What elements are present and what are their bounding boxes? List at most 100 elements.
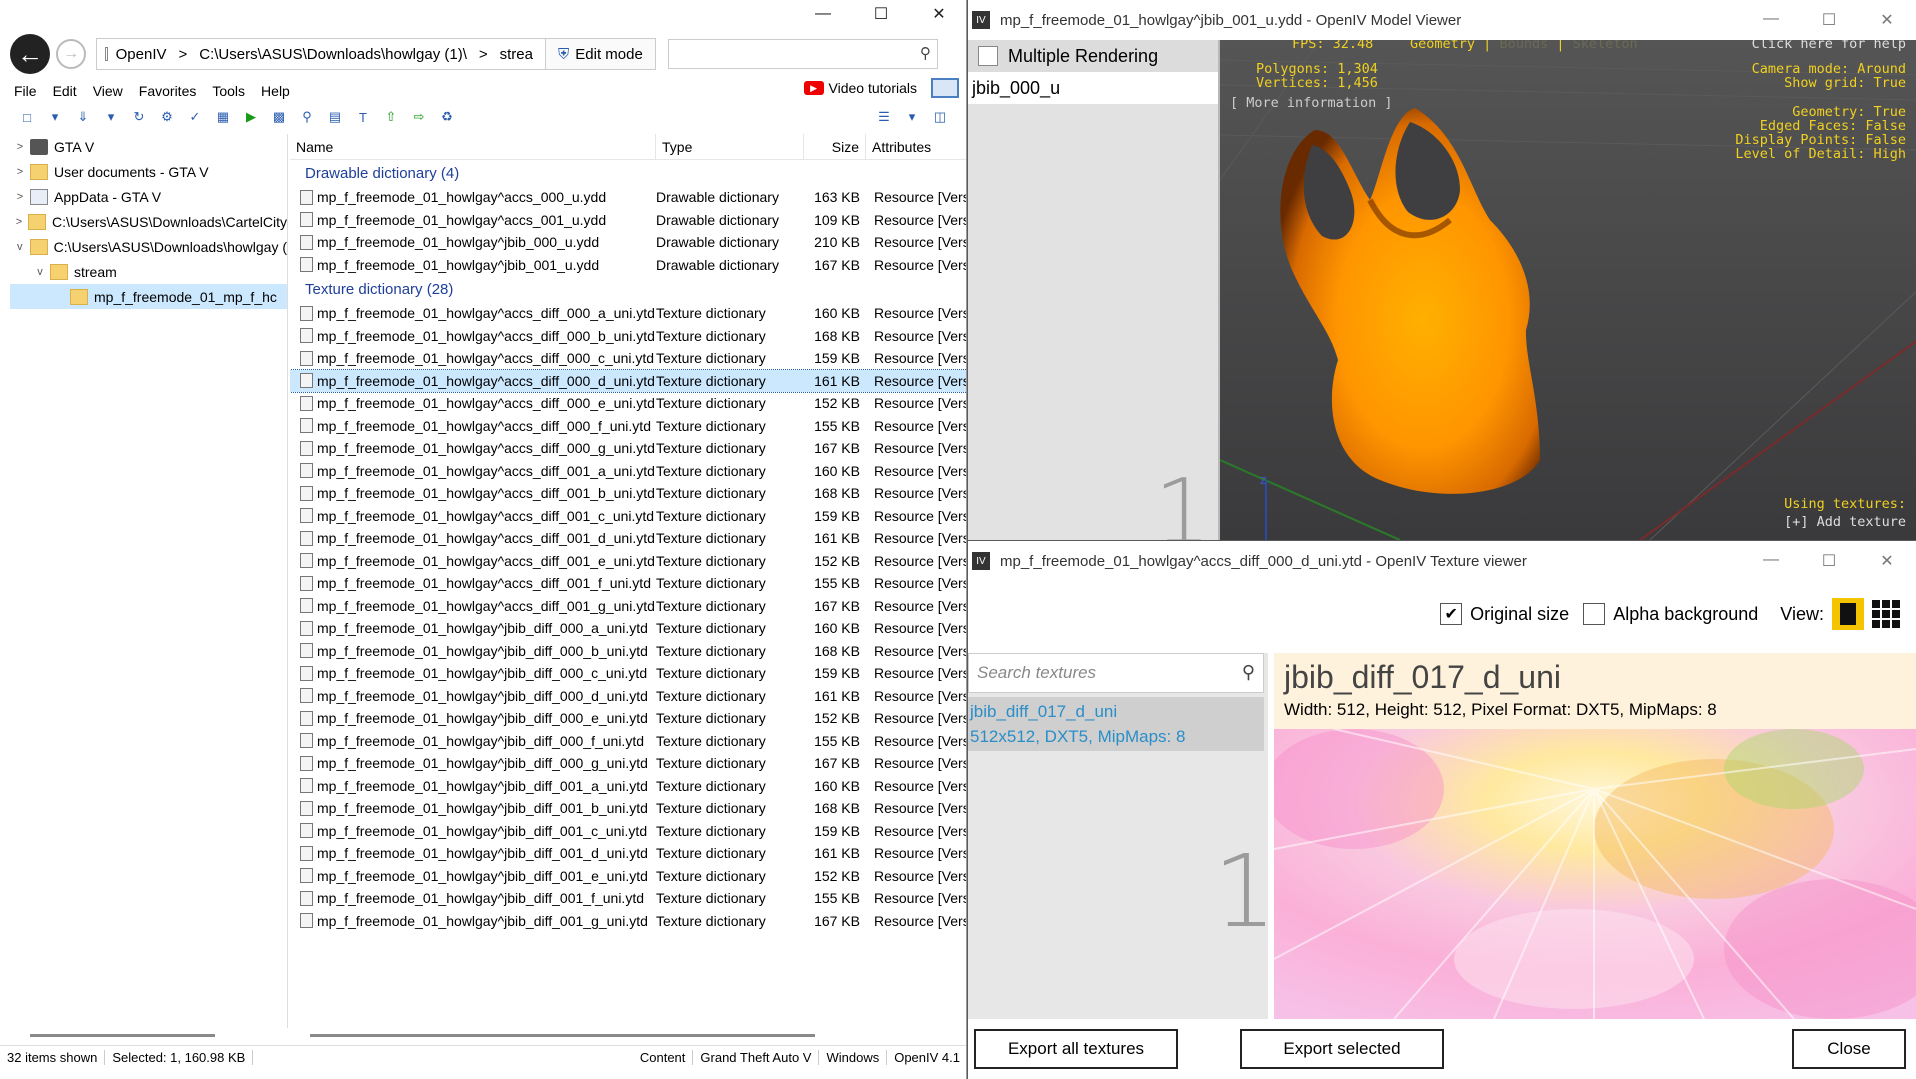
tree-scrollbar[interactable] <box>30 1034 215 1037</box>
import-icon[interactable]: ⇓ <box>72 107 94 127</box>
tree-item-mp-f-freemode[interactable]: mp_f_freemode_01_mp_f_hc <box>10 284 287 309</box>
export-selected-button[interactable]: Export selected <box>1240 1029 1444 1069</box>
tree-item-howlgay[interactable]: v C:\Users\ASUS\Downloads\howlgay ( <box>10 234 287 259</box>
table-row[interactable]: mp_f_freemode_01_howlgay^accs_001_u.ydd D… <box>290 209 966 232</box>
texture-list-item[interactable]: jbib_diff_017_d_uni 512x512, DXT5, MipMa… <box>968 697 1264 751</box>
dropdown-arrow-icon[interactable]: ▾ <box>44 107 66 127</box>
breadcrumb-root[interactable]: OpenIV <box>116 46 167 63</box>
breadcrumb-stream[interactable]: strea <box>500 46 533 63</box>
table-row[interactable]: mp_f_freemode_01_howlgay^jbib_diff_000_b… <box>290 640 966 663</box>
menu-view[interactable]: View <box>85 83 131 99</box>
minimize-button[interactable]: — <box>1742 10 1800 30</box>
maximize-button[interactable]: ☐ <box>1800 10 1858 30</box>
close-button[interactable]: Close <box>1792 1029 1906 1069</box>
close-button[interactable]: ✕ <box>1858 10 1916 30</box>
forward-arrow-icon[interactable]: → <box>56 39 86 69</box>
menu-tools[interactable]: Tools <box>204 83 253 99</box>
breadcrumb-path[interactable]: C:\Users\ASUS\Downloads\howlgay (1)\ <box>199 46 467 63</box>
search-textures-input[interactable]: Search textures ⚲ <box>968 653 1264 693</box>
tree-item-cartelcity[interactable]: > C:\Users\ASUS\Downloads\CartelCity <box>10 209 287 234</box>
tab-bounds[interactable]: Bounds <box>1499 40 1548 52</box>
video-tutorials-link[interactable]: ▶ Video tutorials <box>803 80 917 96</box>
tree-item-stream[interactable]: v stream <box>10 259 287 284</box>
menu-favorites[interactable]: Favorites <box>131 83 205 99</box>
table-row[interactable]: mp_f_freemode_01_howlgay^jbib_diff_001_g… <box>290 910 966 933</box>
close-button[interactable]: ✕ <box>910 0 966 28</box>
tree-item-appdata[interactable]: > AppData - GTA V <box>10 184 287 209</box>
collapse-arrow-icon[interactable]: v <box>10 241 30 253</box>
close-button[interactable]: ✕ <box>1858 551 1916 571</box>
show-grid-readout[interactable]: Show grid: True <box>1784 75 1906 91</box>
tree-item-user-documents[interactable]: > User documents - GTA V <box>10 159 287 184</box>
edit-mode-button[interactable]: ⛨ Edit mode <box>546 38 656 70</box>
table-row[interactable]: mp_f_freemode_01_howlgay^jbib_diff_000_f… <box>290 730 966 753</box>
search-icon[interactable]: ⚲ <box>1242 662 1255 683</box>
dropdown-arrow-icon[interactable]: ▾ <box>100 107 122 127</box>
table-row[interactable]: mp_f_freemode_01_howlgay^accs_diff_000_g… <box>290 437 966 460</box>
run-icon[interactable]: ▶ <box>240 107 262 127</box>
table-row[interactable]: mp_f_freemode_01_howlgay^accs_diff_001_f… <box>290 572 966 595</box>
replace-icon[interactable]: ⇨ <box>408 107 430 127</box>
multiple-rendering-toggle[interactable]: Multiple Rendering <box>968 40 1218 72</box>
table-row[interactable]: mp_f_freemode_01_howlgay^jbib_001_u.ydd D… <box>290 254 966 277</box>
grid-view-icon[interactable] <box>1870 598 1902 630</box>
table-row[interactable]: mp_f_freemode_01_howlgay^accs_diff_000_c… <box>290 347 966 370</box>
monitor-icon[interactable] <box>931 78 959 98</box>
expand-arrow-icon[interactable]: > <box>10 166 30 178</box>
table-row[interactable]: mp_f_freemode_01_howlgay^accs_diff_001_g… <box>290 595 966 618</box>
original-size-checkbox[interactable]: ✔ <box>1440 603 1463 625</box>
column-type[interactable]: Type <box>656 134 804 160</box>
collapse-arrow-icon[interactable]: v <box>30 266 50 278</box>
rebuild-icon[interactable]: ♻ <box>436 107 458 127</box>
export-icon[interactable]: ⇧ <box>380 107 402 127</box>
table-row[interactable]: mp_f_freemode_01_howlgay^accs_diff_001_c… <box>290 505 966 528</box>
minimize-button[interactable]: — <box>1742 551 1800 571</box>
table-row[interactable]: mp_f_freemode_01_howlgay^accs_diff_000_a… <box>290 302 966 325</box>
tree-icon[interactable]: ▦ <box>212 107 234 127</box>
check-icon[interactable]: ✓ <box>184 107 206 127</box>
lod-readout[interactable]: Level of Detail: High <box>1735 146 1906 162</box>
table-row[interactable]: mp_f_freemode_01_howlgay^accs_diff_000_e… <box>290 392 966 415</box>
dropdown-arrow-icon[interactable]: ▾ <box>901 107 923 127</box>
tab-skeleton[interactable]: Skeleton <box>1573 40 1638 52</box>
expand-arrow-icon[interactable]: > <box>10 191 30 203</box>
minimize-button[interactable]: — <box>794 0 852 28</box>
menu-help[interactable]: Help <box>253 83 298 99</box>
menu-file[interactable]: File <box>0 83 45 99</box>
table-row[interactable]: mp_f_freemode_01_howlgay^accs_diff_001_b… <box>290 482 966 505</box>
table-row[interactable]: mp_f_freemode_01_howlgay^jbib_diff_000_g… <box>290 752 966 775</box>
maximize-button[interactable]: ☐ <box>852 0 910 28</box>
column-size[interactable]: Size <box>804 134 866 160</box>
table-row[interactable]: mp_f_freemode_01_howlgay^accs_diff_000_b… <box>290 325 966 348</box>
back-arrow-icon[interactable]: ← <box>10 34 50 74</box>
menu-edit[interactable]: Edit <box>45 83 85 99</box>
table-row[interactable]: mp_f_freemode_01_howlgay^accs_diff_001_e… <box>290 550 966 573</box>
table-row[interactable]: mp_f_freemode_01_howlgay^jbib_diff_001_a… <box>290 775 966 798</box>
table-row[interactable]: mp_f_freemode_01_howlgay^accs_000_u.ydd D… <box>290 186 966 209</box>
expand-arrow-icon[interactable]: > <box>10 216 28 228</box>
help-link[interactable]: Click here for help <box>1752 40 1906 52</box>
table-row[interactable]: mp_f_freemode_01_howlgay^jbib_diff_000_a… <box>290 617 966 640</box>
alpha-background-checkbox[interactable] <box>1583 603 1606 625</box>
breadcrumb[interactable]: OpenIV > C:\Users\ASUS\Downloads\howlgay… <box>96 38 546 70</box>
maximize-button[interactable]: ☐ <box>1800 551 1858 571</box>
view-list-icon[interactable]: ☰ <box>873 107 895 127</box>
table-row[interactable]: mp_f_freemode_01_howlgay^jbib_diff_000_c… <box>290 662 966 685</box>
refresh-icon[interactable]: ↻ <box>128 107 150 127</box>
column-attributes[interactable]: Attributes <box>866 134 966 160</box>
table-row[interactable]: mp_f_freemode_01_howlgay^accs_diff_000_f… <box>290 415 966 438</box>
table-row[interactable]: mp_f_freemode_01_howlgay^accs_diff_001_a… <box>290 460 966 483</box>
table-row[interactable]: mp_f_freemode_01_howlgay^jbib_diff_001_d… <box>290 842 966 865</box>
table-row[interactable]: mp_f_freemode_01_howlgay^jbib_diff_000_d… <box>290 685 966 708</box>
3d-viewport[interactable]: z FPS: 32.48 Geometry | Bounds | Skeleto… <box>1218 40 1916 540</box>
list-scrollbar[interactable] <box>310 1034 815 1037</box>
document-icon[interactable]: ▤ <box>324 107 346 127</box>
model-list-item[interactable]: jbib_000_u <box>968 72 1218 104</box>
save-icon[interactable]: ▩ <box>268 107 290 127</box>
table-row[interactable]: mp_f_freemode_01_howlgay^accs_diff_001_d… <box>290 527 966 550</box>
table-row[interactable]: mp_f_freemode_01_howlgay^jbib_diff_001_b… <box>290 797 966 820</box>
settings-icon[interactable]: ⚙ <box>156 107 178 127</box>
more-information-link[interactable]: [ More information ] <box>1230 95 1393 111</box>
group-header-texture[interactable]: Texture dictionary (28) <box>290 276 966 302</box>
table-row[interactable]: mp_f_freemode_01_howlgay^jbib_diff_000_e… <box>290 707 966 730</box>
